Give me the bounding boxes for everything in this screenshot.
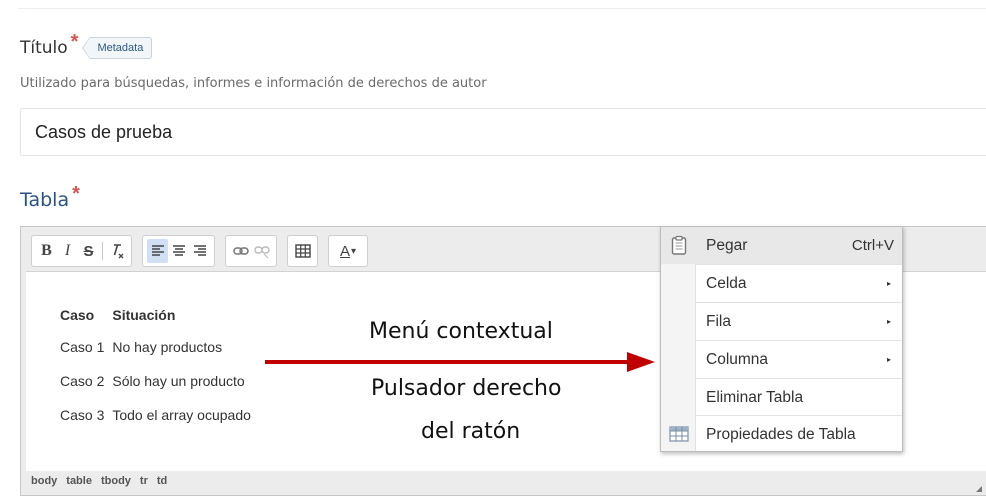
annotation-menu-label: Menú contextual	[369, 319, 553, 344]
annotation-click-line2: del ratón	[421, 419, 521, 444]
path-item-td[interactable]: td	[157, 475, 167, 487]
table-row[interactable]: Caso 1 No hay productos	[56, 330, 255, 364]
table-icon	[669, 426, 689, 442]
menu-item-label: Columna	[706, 350, 769, 368]
clear-formatting-button[interactable]	[106, 239, 127, 263]
align-center-icon	[172, 245, 185, 256]
align-button-group	[142, 235, 215, 267]
annotation-arrow-icon	[265, 352, 655, 372]
text-color-button[interactable]: A ▾	[333, 239, 363, 263]
table-row[interactable]: Caso 2 Sólo hay un producto	[56, 364, 255, 398]
align-left-icon	[151, 245, 164, 256]
table-header-row[interactable]: Caso Situación	[56, 300, 255, 330]
menu-item-delete-table[interactable]: Eliminar Tabla	[661, 379, 902, 416]
align-left-button[interactable]	[147, 239, 168, 263]
menu-item-table-properties[interactable]: Propiedades de Tabla	[661, 416, 902, 453]
clipboard-icon	[671, 235, 687, 255]
text-color-button-group: A ▾	[328, 235, 368, 267]
table-cell[interactable]: Caso 1	[56, 330, 108, 364]
submenu-arrow-icon: ▸	[886, 355, 891, 364]
context-menu: Pegar Ctrl+V Celda ▸ Fila ▸ Columna ▸ El…	[660, 226, 903, 452]
clear-formatting-icon	[113, 244, 123, 259]
path-item-tbody[interactable]: tbody	[101, 475, 131, 487]
titulo-label: Título	[20, 37, 68, 58]
menu-item-label: Fila	[706, 312, 731, 330]
insert-link-button[interactable]	[230, 239, 251, 263]
path-item-table[interactable]: table	[66, 475, 92, 487]
content-table[interactable]: Caso Situación Caso 1 No hay productos C…	[56, 300, 255, 432]
link-icon	[232, 247, 249, 255]
menu-item-row[interactable]: Fila ▸	[661, 303, 902, 340]
text-color-label: A	[339, 242, 350, 260]
resize-handle-icon[interactable]	[976, 486, 982, 492]
menu-item-label: Celda	[706, 274, 747, 292]
submenu-arrow-icon: ▸	[886, 279, 891, 288]
table-row[interactable]: Caso 3 Todo el array ocupado	[56, 398, 255, 432]
link-button-group	[225, 235, 277, 267]
element-path-bar: body table tbody tr td	[31, 475, 167, 487]
unlink-icon	[253, 246, 270, 258]
text-color-caret-icon: ▾	[350, 245, 357, 257]
tabla-required-mark: *	[72, 183, 80, 205]
table-cell[interactable]: No hay productos	[108, 330, 255, 364]
editor-toolbar: B I S A ▾	[31, 235, 368, 267]
path-item-tr[interactable]: tr	[140, 475, 148, 487]
submenu-arrow-icon: ▸	[886, 317, 891, 326]
titulo-required-mark: *	[70, 31, 79, 53]
align-right-icon	[193, 245, 206, 256]
bold-button[interactable]: B	[36, 239, 57, 263]
annotation-click-line1: Pulsador derecho	[371, 376, 562, 401]
titulo-input[interactable]	[20, 108, 986, 156]
table-header-cell[interactable]: Situación	[108, 300, 255, 330]
table-cell[interactable]: Sólo hay un producto	[108, 364, 255, 398]
align-center-button[interactable]	[168, 239, 189, 263]
path-item-body[interactable]: body	[31, 475, 57, 487]
table-icon	[294, 244, 311, 258]
table-cell[interactable]: Todo el array ocupado	[108, 398, 255, 432]
table-button[interactable]	[292, 239, 313, 263]
remove-link-button[interactable]	[251, 239, 272, 263]
table-button-group	[287, 235, 318, 267]
menu-item-column[interactable]: Columna ▸	[661, 341, 902, 378]
table-cell[interactable]: Caso 2	[56, 364, 108, 398]
table-cell[interactable]: Caso 3	[56, 398, 108, 432]
menu-item-label: Pegar	[706, 236, 748, 254]
menu-item-paste[interactable]: Pegar Ctrl+V	[661, 227, 902, 264]
metadata-badge: Metadata	[82, 36, 153, 59]
strikethrough-button[interactable]: S	[78, 239, 99, 263]
table-header-cell[interactable]: Caso	[56, 300, 108, 330]
menu-item-label: Eliminar Tabla	[706, 388, 804, 406]
align-right-button[interactable]	[189, 239, 210, 263]
titulo-field-header: Título * Metadata	[20, 31, 153, 59]
top-divider	[18, 8, 986, 9]
tabla-field-header: Tabla *	[20, 183, 80, 211]
toolbar-separator	[102, 242, 103, 260]
menu-item-shortcut: Ctrl+V	[851, 237, 894, 254]
tabla-label: Tabla	[20, 188, 70, 211]
menu-item-cell[interactable]: Celda ▸	[661, 265, 902, 302]
italic-button[interactable]: I	[57, 239, 78, 263]
menu-item-label: Propiedades de Tabla	[706, 425, 856, 443]
format-button-group: B I S	[31, 235, 132, 267]
titulo-help-text: Utilizado para búsquedas, informes e inf…	[20, 76, 487, 91]
